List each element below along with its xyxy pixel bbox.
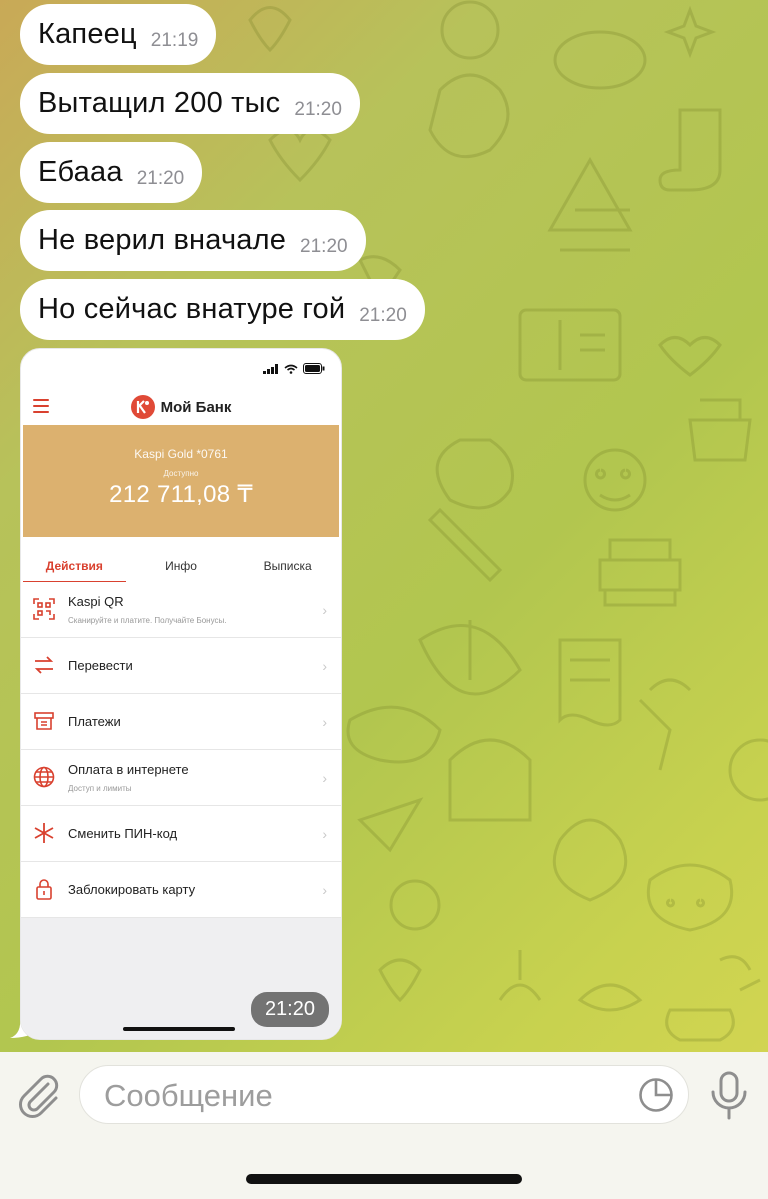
action-block-card[interactable]: Заблокировать карту › (21, 862, 341, 918)
message-time: 21:20 (300, 235, 348, 257)
message-text: Капеец (38, 18, 137, 50)
wifi-icon (284, 364, 298, 374)
phone-status-bar (263, 363, 325, 374)
action-label: Kaspi QR (68, 594, 124, 609)
chevron-right-icon: › (322, 882, 327, 898)
qr-icon (33, 598, 55, 620)
card-balance: 212 711,08 ₸ (109, 481, 253, 508)
menu-icon[interactable] (33, 399, 49, 417)
card-name: Kaspi Gold *0761 (134, 447, 228, 461)
chevron-right-icon: › (322, 770, 327, 786)
message-input[interactable]: Сообщение (79, 1065, 689, 1124)
chevron-right-icon: › (322, 602, 327, 618)
message-bubble[interactable]: Не верил вначале 21:20 (20, 210, 366, 271)
chevron-right-icon: › (322, 714, 327, 730)
transfer-icon (34, 656, 54, 674)
tab-actions[interactable]: Действия (21, 551, 128, 583)
message-input-placeholder: Сообщение (104, 1078, 273, 1113)
action-online-payment[interactable]: Оплата в интернете Доступ и лимиты › (21, 750, 341, 806)
microphone-icon[interactable] (708, 1070, 750, 1122)
action-kaspi-qr[interactable]: Kaspi QR Сканируйте и платите. Получайте… (21, 582, 341, 638)
attach-icon[interactable] (18, 1074, 62, 1120)
action-change-pin[interactable]: Сменить ПИН-код › (21, 806, 341, 862)
signal-icon (263, 363, 278, 374)
chevron-right-icon: › (322, 658, 327, 674)
photo-home-indicator (123, 1027, 235, 1031)
action-label: Перевести (68, 658, 133, 673)
action-sublabel: Сканируйте и платите. Получайте Бонусы. (68, 616, 227, 625)
tab-statement[interactable]: Выписка (234, 551, 341, 581)
message-bubble[interactable]: Вытащил 200 тыс 21:20 (20, 73, 360, 134)
action-label: Оплата в интернете (68, 762, 189, 777)
message-text: Вытащил 200 тыс (38, 87, 281, 119)
bank-app-header: Мой Банк (21, 389, 341, 425)
battery-icon (303, 363, 325, 374)
home-indicator (246, 1174, 522, 1184)
available-label: Доступно (163, 469, 199, 478)
bank-tabs: Действия Инфо Выписка (21, 551, 341, 583)
message-text: Ебааа (38, 156, 123, 188)
message-time: 21:20 (294, 98, 342, 120)
message-bubble[interactable]: Капеец 21:19 (20, 4, 217, 65)
chevron-right-icon: › (322, 826, 327, 842)
message-time: 21:20 (136, 167, 185, 189)
kaspi-logo-icon (130, 395, 155, 419)
bank-title: Мой Банк (160, 398, 232, 416)
action-label: Заблокировать карту (68, 882, 196, 897)
chat-wallpaper: Капеец 21:19 Вытащил 200 тыс 21:20 Ебааа… (0, 0, 768, 1052)
globe-icon (33, 766, 55, 788)
message-time: 21:19 (150, 29, 199, 51)
sticker-icon[interactable] (638, 1077, 674, 1113)
action-payments[interactable]: Платежи › (21, 694, 341, 750)
screenshot-photo-message[interactable]: Мой Банк Kaspi Gold *0761 Доступно 212 7… (20, 348, 342, 1040)
action-label: Платежи (68, 714, 121, 729)
message-text: Но сейчас внатуре гой (38, 293, 346, 325)
actions-list: Kaspi QR Сканируйте и платите. Получайте… (21, 582, 341, 918)
lock-icon (36, 879, 52, 900)
action-label: Сменить ПИН-код (68, 826, 178, 841)
payments-icon (34, 712, 54, 730)
action-sublabel: Доступ и лимиты (68, 784, 132, 793)
card-balance-panel: Kaspi Gold *0761 Доступно 212 711,08 ₸ (23, 425, 339, 537)
tab-info[interactable]: Инфо (128, 551, 235, 581)
message-time: 21:20 (359, 304, 407, 326)
message-bubble[interactable]: Но сейчас внатуре гой 21:20 (20, 279, 425, 340)
message-bubble[interactable]: Ебааа 21:20 (20, 142, 203, 203)
message-time: 21:20 (250, 992, 329, 1027)
action-transfer[interactable]: Перевести › (21, 638, 341, 694)
asterisk-icon (34, 823, 54, 843)
message-text: Не верил вначале (38, 224, 287, 256)
